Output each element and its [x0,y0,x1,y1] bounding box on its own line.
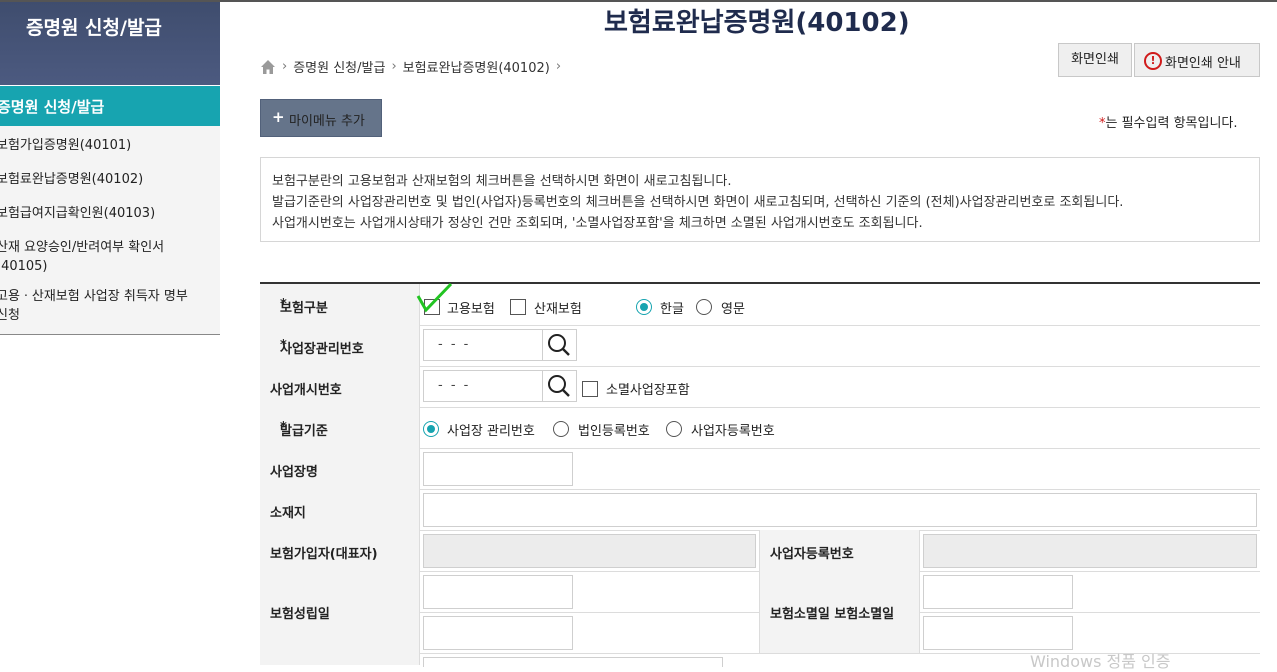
row-issue-basis: 발급기준 * 사업장 관리번호 법인등록번호 사업자등록번호 [260,407,1260,449]
chevron-right-icon: › [555,59,562,74]
biz-name-input[interactable] [423,452,573,486]
search-icon [548,334,570,356]
insurance-est-date-input-1[interactable] [423,575,573,609]
row-biz-name: 사업장명 [260,448,1260,490]
required-note: *는 필수입력 항목입니다. [1099,112,1238,131]
breadcrumb: › 증명원 신청/발급 › 보험료완납증명원(40102) › [260,57,567,76]
divider [420,612,760,613]
sidebar-header-title: 증명원 신청/발급 [26,17,162,39]
row-insured-rep: 보험가입자(대표자) 사업자등록번호 [260,530,1260,572]
home-icon[interactable] [260,59,276,75]
th-insurance-end-date: 보험소멸일 보험소멸일 [759,571,920,653]
th-insurance-est-date: 보험성립일 [260,571,420,653]
sidebar-item-40102[interactable]: 보험료완납증명원(40102) [0,170,143,189]
info-line: 사업개시번호는 사업개시상태가 정상인 건만 조회되며, '소멸사업장포함'을 … [272,216,923,231]
th-insured-rep: 보험가입자(대표자) [260,530,420,571]
th-biz-mgmt-no: 사업장관리번호 * [260,325,420,366]
label-address: 소재지 [270,506,306,521]
address-input[interactable] [423,493,1257,527]
label-english: 영문 [721,302,745,317]
divider [920,612,1260,613]
label-employment-insurance: 고용보험 [447,302,495,317]
th-next [260,653,420,665]
th-biz-name: 사업장명 [260,448,420,489]
biz-reg-no-field [923,534,1257,568]
sidebar-item-label: (40105) [0,259,48,274]
chevron-right-icon: › [282,59,288,74]
th-biz-start-no: 사업개시번호 [260,366,420,407]
label-biz-start-no: 사업개시번호 [270,383,342,398]
radio-corp-reg-no[interactable] [553,421,569,437]
label-biz-reg-no: 사업자등록번호 [770,547,854,562]
insurance-end-date-input-2[interactable] [923,616,1073,650]
radio-english[interactable] [696,299,712,315]
info-line: 보험구분란의 고용보험과 산재보험의 체크버튼을 선택하시면 화면이 새로고침됩… [272,174,732,189]
sidebar-item-acquirer-list[interactable]: 고용ㆍ산재보험 사업장 취득자 명부 신청 [0,287,188,325]
label-industrial-insurance: 산재보험 [534,302,582,317]
windows-activation-watermark: Windows 정품 인증 [1030,652,1171,671]
label-biz-name: 사업장명 [270,465,318,480]
row-insurance-type: 보험구분 * 고용보험 산재보험 한글 영문 [260,282,1260,326]
radio-korean[interactable] [636,299,652,315]
breadcrumb-item-current: 보험료완납증명원(40102) [402,61,550,76]
label-insurance-end-date: 보험소멸일 보험소멸일 [770,607,895,622]
print-button[interactable]: 화면인쇄 [1058,43,1132,77]
search-icon [548,375,570,397]
row-biz-start-no: 사업개시번호 - - - 소멸사업장포함 [260,366,1260,408]
add-mymenu-label: 마이메뉴 추가 [289,114,365,129]
sidebar: 증명원 신청/발급 증명원 신청/발급 보험가입증명원(40101) 보험료완납… [0,2,220,335]
sidebar-header: 증명원 신청/발급 [0,2,220,85]
biz-mgmt-no-input[interactable]: - - - [423,329,543,361]
print-guide-label: 화면인쇄 안내 [1165,56,1241,71]
row-insurance-dates: 보험성립일 보험소멸일 보험소멸일 [260,571,1260,654]
checkbox-industrial-insurance[interactable] [510,299,526,315]
info-line: 발급기준란의 사업장관리번호 및 법인(사업자)등록번호의 체크버튼을 선택하시… [272,195,1124,210]
biz-start-no-search-button[interactable] [543,370,577,402]
sidebar-section-label: 증명원 신청/발급 [0,98,105,116]
page-title: 보험료완납증명원(40102) [604,8,910,38]
label-biz-reg-no-basis: 사업자등록번호 [691,424,775,439]
label-biz-mgmt-no-basis: 사업장 관리번호 [447,424,535,439]
breadcrumb-item[interactable]: 증명원 신청/발급 [293,57,385,76]
biz-start-no-input[interactable]: - - - [423,370,543,402]
row-biz-mgmt-no: 사업장관리번호 * - - - [260,325,1260,367]
th-insurance-type: 보험구분 * [260,284,420,325]
sidebar-item-label: 산재 요양승인/반려여부 확인서 [0,240,165,255]
th-address: 소재지 [260,489,420,530]
th-biz-reg-no: 사업자등록번호 [759,530,920,571]
certificate-form: 보험구분 * 고용보험 산재보험 한글 영문 사업장관리번호 * - - - 사… [260,282,1260,667]
label-insurance-est-date: 보험성립일 [270,607,330,622]
add-mymenu-button[interactable]: + 마이메뉴 추가 [260,99,382,137]
sidebar-list: 보험가입증명원(40101) 보험료완납증명원(40102) 보험급여지급확인원… [0,126,220,335]
radio-biz-mgmt-no[interactable] [423,421,439,437]
th-issue-basis: 발급기준 * [260,407,420,448]
biz-mgmt-no-search-button[interactable] [543,329,577,361]
checkbox-include-closed[interactable] [582,381,598,397]
radio-biz-reg-no[interactable] [666,421,682,437]
label-korean: 한글 [660,302,684,317]
biz-start-no-placeholder: - - - [438,378,471,393]
label-insured-rep: 보험가입자(대표자) [270,547,378,562]
info-box: 보험구분란의 고용보험과 산재보험의 체크버튼을 선택하시면 화면이 새로고침됩… [260,157,1260,242]
sidebar-item-label: 신청 [0,308,20,323]
plus-icon: + [272,108,285,126]
label-include-closed: 소멸사업장포함 [606,383,690,398]
insured-rep-field [423,534,756,568]
label-corp-reg-no: 법인등록번호 [578,424,650,439]
sidebar-item-40105[interactable]: 산재 요양승인/반려여부 확인서 (40105) [0,238,164,276]
insurance-est-date-input-2[interactable] [423,616,573,650]
insurance-end-date-input-1[interactable] [923,575,1073,609]
sidebar-item-40101[interactable]: 보험가입증명원(40101) [0,136,131,155]
row-address: 소재지 [260,489,1260,531]
sidebar-item-label: 고용ㆍ산재보험 사업장 취득자 명부 [0,289,188,304]
print-guide-button[interactable]: ! 화면인쇄 안내 [1134,43,1260,77]
required-note-text: 는 필수입력 항목입니다. [1105,116,1238,131]
chevron-right-icon: › [391,59,397,74]
biz-mgmt-no-placeholder: - - - [438,337,471,352]
sidebar-section-active[interactable]: 증명원 신청/발급 [0,86,220,126]
alert-icon: ! [1144,52,1162,70]
sidebar-item-40103[interactable]: 보험급여지급확인원(40103) [0,204,155,223]
